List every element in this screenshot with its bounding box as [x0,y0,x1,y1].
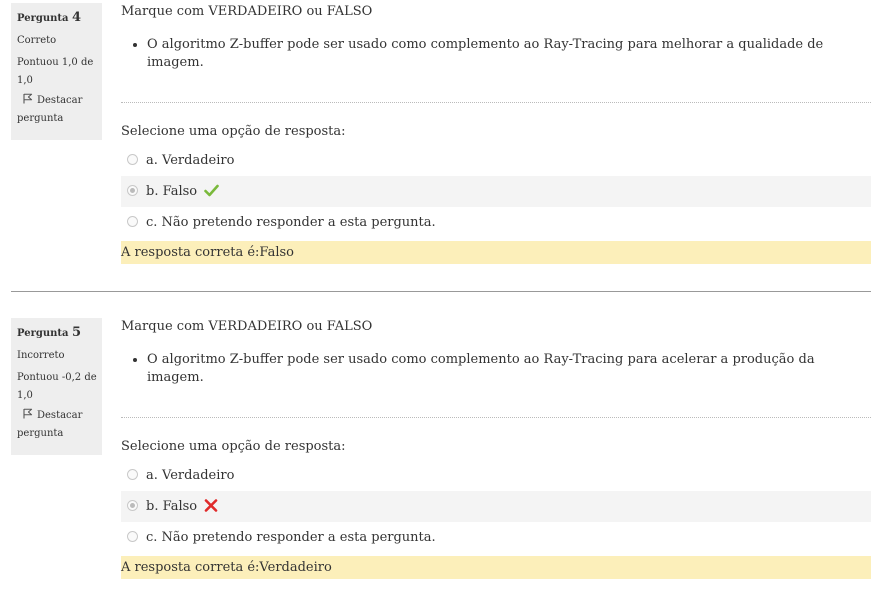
flag-question-link[interactable]: Destacar pergunta [17,92,102,128]
radio-button[interactable] [127,469,138,480]
right-answer-feedback: A resposta correta é:Verdadeiro [121,556,871,579]
statement-list: O algoritmo Z-buffer pode ser usado como… [121,36,871,72]
option-label: c. Não pretendo responder a esta pergunt… [146,530,436,545]
incorrect-cross-icon [204,499,218,512]
option-a[interactable]: a. Verdadeiro [121,145,871,176]
question-info: Pergunta 5 Incorreto Pontuou -0,2 de 1,0… [11,318,102,455]
question-text: Marque com VERDADEIRO ou FALSO O algorit… [121,318,871,387]
radio-button-checked[interactable] [127,185,138,196]
radio-button[interactable] [127,216,138,227]
question-text: Marque com VERDADEIRO ou FALSO O algorit… [121,3,871,72]
question-statement: O algoritmo Z-buffer pode ser usado como… [147,351,871,387]
question-info: Pergunta 4 Correto Pontuou 1,0 de 1,0 De… [11,3,102,140]
flag-icon [23,408,33,419]
radio-button[interactable] [127,154,138,165]
question-state: Correto [17,35,57,46]
question-grade: Pontuou 1,0 de 1,0 [17,57,94,86]
option-label-wrap: b. Falso [146,491,218,522]
option-label-wrap: b. Falso [146,176,220,207]
answer-prompt: Selecione uma opção de resposta: [121,124,346,139]
option-label: b. Falso [146,499,198,514]
content-divider [121,102,871,103]
statement-list: O algoritmo Z-buffer pode ser usado como… [121,351,871,387]
question-number: Pergunta 4 [17,9,102,28]
option-c[interactable]: c. Não pretendo responder a esta pergunt… [121,207,871,238]
question-number: Pergunta 5 [17,324,102,343]
right-answer-feedback: A resposta correta é:Falso [121,241,871,264]
radio-button-checked[interactable] [127,500,138,511]
question-instruction: Marque com VERDADEIRO ou FALSO [121,4,373,19]
content-divider [121,417,871,418]
option-label: a. Verdadeiro [146,468,235,483]
question-state: Incorreto [17,350,65,361]
question-statement: O algoritmo Z-buffer pode ser usado como… [147,36,871,72]
option-label: a. Verdadeiro [146,153,235,168]
flag-icon [23,93,33,104]
option-a[interactable]: a. Verdadeiro [121,460,871,491]
option-c[interactable]: c. Não pretendo responder a esta pergunt… [121,522,871,553]
flag-question-link[interactable]: Destacar pergunta [17,407,102,443]
question-separator [11,291,871,292]
question-label: Pergunta [17,328,69,339]
correct-check-icon [204,184,220,197]
radio-button[interactable] [127,531,138,542]
answer-prompt: Selecione uma opção de resposta: [121,439,346,454]
option-b[interactable]: b. Falso [121,491,871,522]
option-b[interactable]: b. Falso [121,176,871,207]
question-number-value: 4 [72,10,82,25]
question-label: Pergunta [17,13,69,24]
option-label: c. Não pretendo responder a esta pergunt… [146,215,436,230]
option-label: b. Falso [146,184,198,199]
question-number-value: 5 [72,325,82,340]
question-grade: Pontuou -0,2 de 1,0 [17,372,97,401]
question-instruction: Marque com VERDADEIRO ou FALSO [121,319,373,334]
